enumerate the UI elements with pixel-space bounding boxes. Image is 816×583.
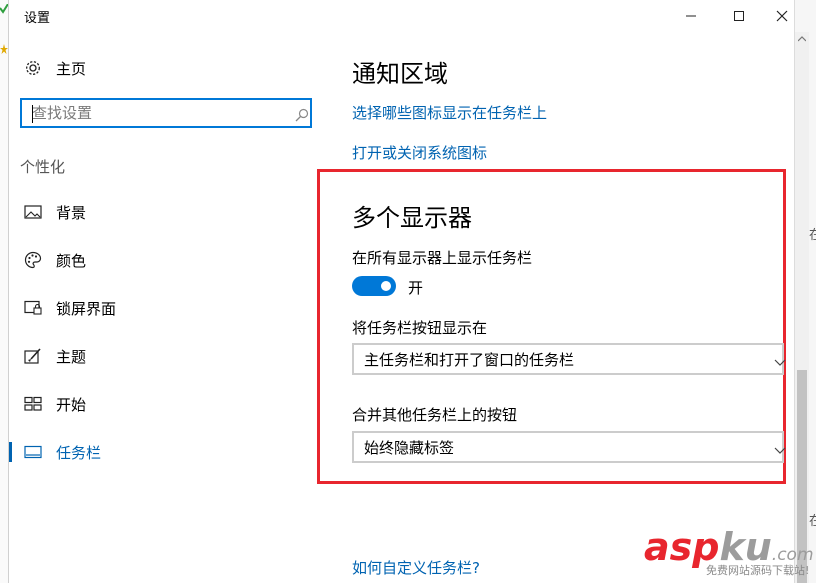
combine-buttons-dropdown[interactable]: 始终隐藏标签 xyxy=(352,431,786,463)
sidebar-item-start[interactable]: 开始 xyxy=(24,392,86,416)
system-icons-link[interactable]: 打开或关闭系统图标 xyxy=(352,142,487,163)
search-icon[interactable] xyxy=(295,107,309,126)
active-indicator xyxy=(9,442,12,462)
minimize-icon xyxy=(685,7,697,26)
text-caret xyxy=(32,105,33,123)
window-title: 设置 xyxy=(24,11,51,26)
close-button[interactable] xyxy=(762,0,802,32)
minimize-button[interactable] xyxy=(668,0,714,32)
maximize-icon xyxy=(733,7,745,26)
edge-check-icon xyxy=(0,3,9,17)
sidebar-item-label: 开始 xyxy=(56,395,87,414)
sidebar-item-colors[interactable]: 颜色 xyxy=(24,248,86,272)
select-taskbar-icons-link[interactable]: 选择哪些图标显示在任务栏上 xyxy=(352,102,547,123)
sidebar-item-taskbar[interactable]: 任务栏 xyxy=(24,440,101,464)
sidebar-item-label: 锁屏界面 xyxy=(56,299,117,318)
sidebar-item-label: 颜色 xyxy=(56,251,87,270)
scroll-up-arrow-icon[interactable] xyxy=(795,32,809,46)
show-buttons-dropdown[interactable]: 主任务栏和打开了窗口的任务栏 xyxy=(352,343,786,375)
sidebar-home-label: 主页 xyxy=(56,59,87,78)
window-left-edge xyxy=(0,0,9,583)
taskbar-icon xyxy=(24,443,42,461)
start-tiles-icon xyxy=(24,395,42,413)
watermark-brand-suffix: ku xyxy=(719,525,772,569)
sidebar-item-label: 任务栏 xyxy=(56,443,102,462)
lock-screen-icon xyxy=(24,299,42,317)
close-icon xyxy=(776,7,788,26)
show-buttons-label: 将任务栏按钮显示在 xyxy=(352,319,488,337)
search-input[interactable] xyxy=(32,104,282,122)
sidebar-item-themes[interactable]: 主题 xyxy=(24,344,86,368)
sidebar-home[interactable]: 主页 xyxy=(24,56,86,80)
watermark-slogan: 免费网站源码下载站! xyxy=(706,564,810,577)
sidebar-item-label: 主题 xyxy=(56,347,87,366)
toggle-knob xyxy=(381,281,391,291)
watermark-domain: .com xyxy=(771,545,814,565)
edge-text-fragment-2: 在 xyxy=(809,514,816,529)
palette-icon xyxy=(24,251,42,269)
watermark-logo: aspku.com 免费网站源码下载站! xyxy=(644,528,814,582)
gear-icon xyxy=(24,59,42,77)
sidebar-item-background[interactable]: 背景 xyxy=(24,200,86,224)
picture-icon xyxy=(24,203,42,221)
category-heading: 个性化 xyxy=(20,158,66,176)
vertical-scrollbar[interactable] xyxy=(795,32,809,583)
sidebar-item-label: 背景 xyxy=(56,203,87,222)
search-field[interactable] xyxy=(20,98,312,128)
chevron-down-icon xyxy=(774,442,786,460)
combine-buttons-value: 始终隐藏标签 xyxy=(364,438,455,457)
customize-taskbar-link[interactable]: 如何自定义任务栏? xyxy=(352,557,480,578)
maximize-button[interactable] xyxy=(716,0,762,32)
multiple-displays-heading: 多个显示器 xyxy=(352,204,472,232)
watermark-brand: asp xyxy=(644,525,720,569)
theme-brush-icon xyxy=(24,347,42,365)
show-taskbar-all-displays-toggle[interactable] xyxy=(352,276,396,296)
show-taskbar-all-displays-label: 在所有显示器上显示任务栏 xyxy=(352,249,533,267)
edge-text-fragment-1: 在 xyxy=(809,228,816,243)
edge-star-icon xyxy=(0,44,8,57)
toggle-state-label: 开 xyxy=(408,279,424,297)
combine-buttons-label: 合并其他任务栏上的按钮 xyxy=(352,406,518,424)
sidebar-item-lock-screen[interactable]: 锁屏界面 xyxy=(24,296,116,320)
chevron-down-icon xyxy=(774,354,786,372)
show-buttons-value: 主任务栏和打开了窗口的任务栏 xyxy=(364,350,575,369)
notification-area-heading: 通知区域 xyxy=(352,60,448,88)
